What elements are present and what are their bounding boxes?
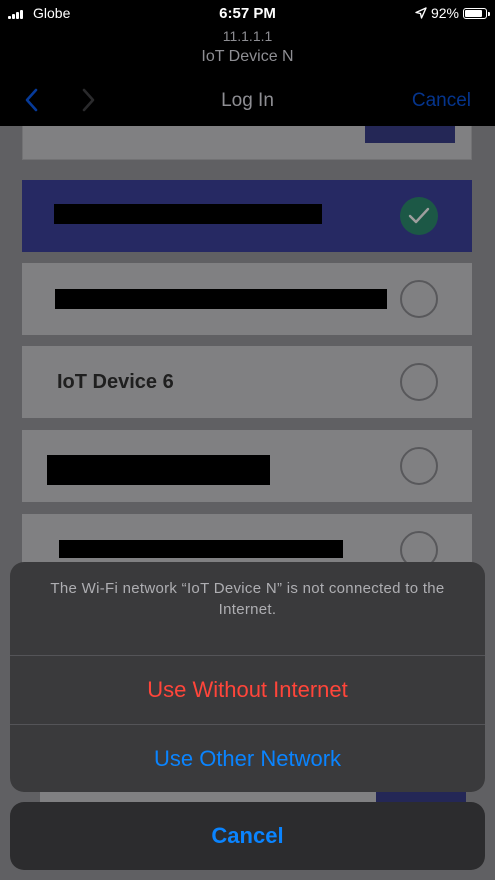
location-arrow-icon bbox=[415, 7, 427, 19]
page-name: IoT Device N bbox=[201, 48, 294, 65]
battery-icon bbox=[463, 7, 490, 19]
battery-fill bbox=[465, 9, 482, 17]
nav-cancel-button[interactable]: Cancel bbox=[412, 90, 471, 112]
navigation-bar: 11.1.1.1 IoT Device N Log In Cancel bbox=[0, 26, 495, 126]
use-other-network-button[interactable]: Use Other Network bbox=[10, 725, 485, 792]
action-sheet-cancel-button[interactable]: Cancel bbox=[10, 802, 485, 870]
use-without-internet-button[interactable]: Use Without Internet bbox=[10, 656, 485, 724]
status-bar: Globe 6:57 PM 92% bbox=[0, 0, 495, 26]
action-sheet: The Wi-Fi network “IoT Device N” is not … bbox=[10, 562, 485, 792]
battery-percentage: 92% bbox=[430, 5, 459, 21]
action-sheet-message: The Wi-Fi network “IoT Device N” is not … bbox=[50, 580, 445, 618]
page-url: 11.1.1.1 bbox=[222, 28, 273, 44]
